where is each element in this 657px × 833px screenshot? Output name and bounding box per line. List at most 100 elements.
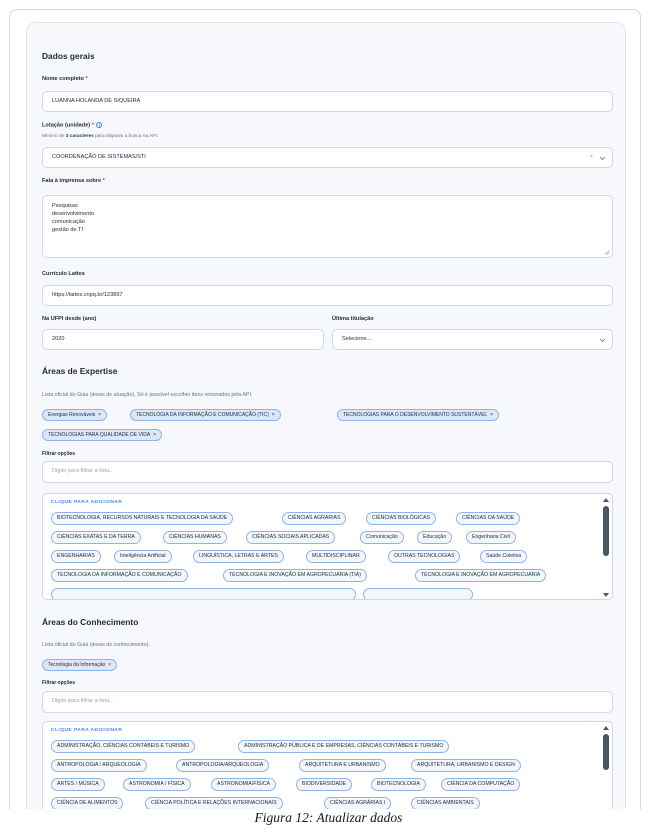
option-chip[interactable]: ANTROPOLOGIA/ARQUEOLOGIA [176,759,270,772]
scroll-thumb[interactable] [603,506,609,556]
chevron-down-icon[interactable] [599,155,606,161]
option-chip[interactable]: CIÊNCIAS AMBIENTAIS [411,797,480,809]
lotacao-hint-bold: 3 caracteres [65,134,94,139]
option-chip[interactable]: ARQUITETURA E URBANISMO [299,759,386,772]
expertise-filter-input[interactable]: Digite para filtrar a lista... [42,461,613,483]
option-chip[interactable]: Educação [417,531,453,544]
list-head: CLIQUE PARA ADICIONAR [51,500,123,505]
remove-icon[interactable]: × [153,432,156,438]
required-mark: * [102,178,105,184]
option-chip-partial[interactable] [51,588,356,599]
ufpi-label: Na UFPI desde (ano) [42,316,97,322]
option-chip[interactable]: ANTROPOLOGIA / ARQUEOLOGIA [51,759,147,772]
option-chip[interactable]: ADMINISTRAÇÃO PÚBLICA E DE EMPRESAS, CIÊ… [238,740,450,753]
option-chip[interactable]: BIOTECNOLOGIA, RECURSOS NATURAIS E TECNO… [51,512,234,525]
remove-icon[interactable]: × [98,412,101,418]
lattes-label: Currículo Lattes [42,271,85,277]
remove-icon[interactable]: × [490,412,493,418]
scroll-down-icon[interactable] [603,593,609,597]
fala-line: gestão de TI [52,227,83,233]
fala-label-text: Fala à imprensa sobre [42,178,102,184]
clear-icon[interactable]: × [589,148,593,167]
option-chip[interactable]: CIÊNCIAS SOCIAIS APLICADAS [246,531,336,544]
chip-label: Energias Renováveis [48,412,96,418]
scroll-thumb[interactable] [603,734,609,770]
expertise-options-list[interactable]: CLIQUE PARA ADICIONAR BIOTECNOLOGIA, REC… [42,493,613,600]
scroll-up-icon[interactable] [603,726,609,730]
conhecimento-filter-label: Filtrar opções [42,680,76,686]
info-icon[interactable]: i [96,122,103,128]
titulacao-value: Selecione... [342,336,372,342]
lotacao-hint-post: para disparar a busca na API. [93,134,159,139]
remove-icon[interactable]: × [272,412,275,418]
nome-input[interactable]: LUANNA HOLANDA DE SIQUEIRA [42,91,613,112]
option-chip[interactable]: ASTRONOMIA/FÍSICA [211,778,277,791]
conhecimento-filter-input[interactable]: Digite para filtrar a lista... [42,691,613,713]
lotacao-label: Lotação (unidade) * i [42,122,103,129]
selected-chip-qualidade-de-vida[interactable]: TECNOLOGIAS PARA QUALIDADE DE VIDA × [42,429,163,441]
section-title-conhecimento: Áreas do Conhecimento [42,617,139,627]
remove-icon[interactable]: × [108,662,111,668]
chip-label: TECNOLOGIAS PARA QUALIDADE DE VIDA [48,432,151,438]
outer-frame: Dados gerais Nome completo * LUANNA HOLA… [9,9,641,809]
option-chip[interactable]: Inteligência Artificial [114,550,172,563]
option-chip[interactable]: ARQUITETURA, URBANISMO E DESIGN [411,759,521,772]
selected-chip-energias-renovaveis[interactable]: Energias Renováveis × [42,409,108,421]
lattes-input[interactable]: https://lattes.cnpq.br/123897 [42,285,613,306]
fala-line: comunicação [52,219,85,225]
conhecimento-options-list[interactable]: CLIQUE PARA ADICIONAR ADMINISTRAÇÃO, CIÊ… [42,721,613,809]
option-chip[interactable]: Comunicação [360,531,404,544]
option-chip[interactable]: CIÊNCIAS EXATAS E DA TERRA [51,531,141,544]
fala-line: Pesquisas [52,203,78,209]
ufpi-input[interactable]: 2020 [42,329,324,350]
option-chip[interactable]: ENGENHARIAS [51,550,101,563]
titulacao-select[interactable]: Selecione... [332,329,613,350]
selected-chip-tecnologia-da-informacao[interactable]: Tecnologia da Informação × [42,659,118,671]
selected-chip-desenvolvimento-sustentavel[interactable]: TECNOLOGIAS PARA O DESENVOLVIMENTO SUSTE… [337,409,500,421]
option-chip[interactable]: ARTES / MÚSICA [51,778,105,791]
scrollbar[interactable] [602,496,610,599]
option-chip[interactable]: OUTRAS TECNOLOGIAS [388,550,461,563]
nome-label: Nome completo * [42,76,88,82]
option-chip[interactable]: BIOTECNOLOGIA [371,778,426,791]
option-chip[interactable]: ASTRONOMIA / FÍSICA [123,778,191,791]
option-chip[interactable]: TECNOLOGIA E INOVAÇÃO EM AGROPECUÁRIA [415,569,547,582]
option-chip[interactable]: TECNOLOGIA DA INFORMAÇÃO E COMUNICAÇÃO [51,569,188,582]
lotacao-label-text: Lotação (unidade) [42,122,91,129]
scroll-up-icon[interactable] [603,498,609,502]
option-chip[interactable]: Engenharia Civil [466,531,516,544]
list-head: CLIQUE PARA ADICIONAR [51,728,123,733]
figure-caption: Figura 12: Atualizar dados [254,810,403,825]
option-chip[interactable]: LINGUÍSTICA, LETRAS E ARTES [193,550,284,563]
option-chip[interactable]: BIODIVERSIDADE [296,778,353,791]
section-title-dados-gerais: Dados gerais [42,51,95,61]
option-chip[interactable]: CIÊNCIA DE ALIMENTOS [51,797,124,809]
chevron-down-icon[interactable] [599,337,606,343]
chip-label: TECNOLOGIAS PARA O DESENVOLVIMENTO SUSTE… [343,412,488,418]
option-chip[interactable]: CIÊNCIAS BIOLÓGICAS [366,512,436,525]
option-chip[interactable]: CIÊNCIAS HUMANAS [163,531,227,544]
option-chip[interactable]: Saúde Coletiva [480,550,528,563]
fala-label: Fala à imprensa sobre * [42,178,105,184]
lotacao-select[interactable]: COORDENAÇÃO DE SISTEMAS/STI × [42,147,613,168]
option-chip-partial[interactable] [363,588,473,599]
option-chip[interactable]: TECNOLOGIA E INOVAÇÃO EM AGROPECUÁRIA (T… [223,569,367,582]
option-chip[interactable]: CIÊNCIA POLÍTICA E RELAÇÕES INTERNACIONA… [145,797,283,809]
expertise-hint: Lista oficial do Guia (áreas de atuação)… [42,392,253,398]
scrollbar[interactable] [602,724,610,809]
option-chip[interactable]: CIÊNCIAS AGRÁRIAS I [324,797,392,809]
lotacao-hint: Mínimo de 3 caracteres para disparar a b… [42,134,158,139]
fala-line: desenvolvimento [52,211,94,217]
chip-label: Tecnologia da Informação [48,662,106,668]
option-chip[interactable]: CIÊNCIAS AGRÁRIAS [282,512,347,525]
option-chip[interactable]: MULTIDISCIPLINAR [306,550,366,563]
option-chip[interactable]: CIÊNCIAS DA SAÚDE [456,512,521,525]
option-chip[interactable]: CIÊNCIA DA COMPUTAÇÃO [441,778,521,791]
resize-handle-icon[interactable] [604,249,610,255]
required-mark: * [85,76,88,82]
lotacao-hint-pre: Mínimo de [42,134,66,139]
selected-chip-tic[interactable]: TECNOLOGIA DA INFORMAÇÃO E COMUNICAÇÃO (… [130,409,281,421]
fala-textarea[interactable]: Pesquisas desenvolvimento comunicação ge… [42,195,613,258]
required-mark: * [91,122,94,129]
option-chip[interactable]: ADMINISTRAÇÃO, CIÊNCIAS CONTÁBEIS E TURI… [51,740,196,753]
